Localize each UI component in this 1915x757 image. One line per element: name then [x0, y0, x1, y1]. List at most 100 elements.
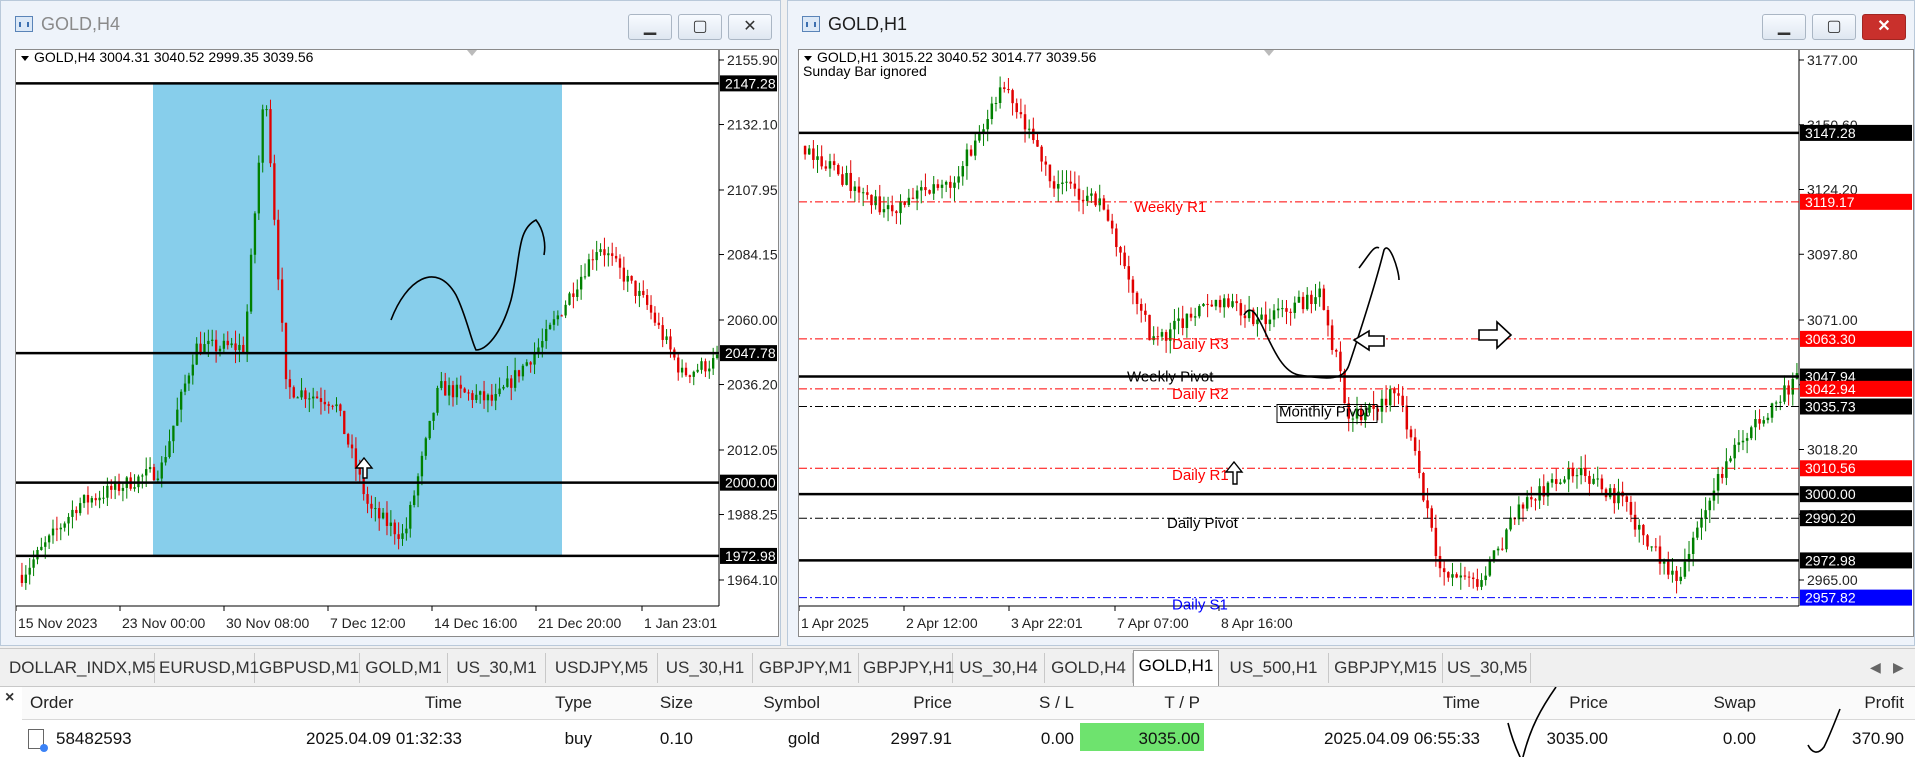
column-header-type[interactable]: Type [555, 687, 592, 719]
dropdown-triangle-icon[interactable] [804, 56, 812, 61]
chart-window-gold-h1[interactable]: GOLD,H1 ▁ ▢ ✕ 3177.00 3150.60 3124.20 3097.… [787, 0, 1915, 646]
maximize-button[interactable]: ▢ [1812, 14, 1856, 40]
column-header-tp[interactable]: T / P [1164, 687, 1200, 719]
tab-dollar-indx-m5[interactable]: DOLLAR_INDX,M5 [5, 653, 155, 683]
column-header-swap[interactable]: Swap [1713, 687, 1756, 719]
tab-eurusd-m1[interactable]: EURUSD,M1 [155, 653, 259, 683]
candle [1193, 307, 1197, 327]
column-header-symbol[interactable]: Symbol [763, 687, 820, 719]
candle [1741, 430, 1745, 451]
svg-text:3010.56: 3010.56 [1805, 460, 1856, 476]
minimize-button[interactable]: ▁ [628, 14, 672, 40]
candle [614, 246, 618, 263]
candle [1094, 191, 1097, 207]
candle [1671, 557, 1674, 583]
close-button[interactable]: ✕ [1862, 14, 1906, 40]
column-header-size[interactable]: Size [660, 687, 693, 719]
cell-price: 2997.91 [890, 729, 952, 748]
level-price-label: 3119.17 [1800, 193, 1912, 210]
candle [40, 537, 43, 551]
candle [824, 160, 828, 172]
chart-window-gold-h4[interactable]: GOLD,H4 ▁ ▢ ✕ 2155.90 2132.10 2107.95 2084.… [0, 0, 781, 646]
candle [1268, 308, 1272, 332]
candle [86, 486, 90, 515]
cell-size: 0.10 [659, 729, 693, 748]
tab-us-30-m5[interactable]: US_30,M5 [1443, 653, 1531, 683]
tab-gbpjpy-h1[interactable]: GBPJPY,H1 [859, 653, 954, 683]
chart-shift-marker-icon[interactable] [1264, 50, 1274, 56]
candle [1750, 425, 1753, 441]
candle [1181, 305, 1184, 336]
tab-us-500-h1[interactable]: US_500,H1 [1219, 653, 1329, 683]
candle [1210, 300, 1214, 308]
candle [1106, 204, 1110, 222]
candle [1534, 498, 1537, 511]
candle [1276, 298, 1280, 319]
column-header-sl[interactable]: S / L [1039, 687, 1074, 719]
candle [1198, 304, 1201, 319]
tab-us-30-h1[interactable]: US_30,H1 [658, 653, 753, 683]
candle [1654, 538, 1658, 552]
tab-scroll-left-icon[interactable]: ◀ [1870, 659, 1881, 676]
chart-shift-marker-icon[interactable] [467, 50, 477, 56]
candle [32, 550, 35, 577]
tab-gold-m1[interactable]: GOLD,M1 [360, 653, 448, 683]
tab-us-30-h4[interactable]: US_30,H4 [953, 653, 1045, 683]
column-header-close-time[interactable]: Time [1443, 687, 1480, 719]
candle [990, 96, 994, 125]
maximize-button[interactable]: ▢ [678, 14, 722, 40]
tab-us-30-m1[interactable]: US_30,M1 [448, 653, 546, 683]
candle [1027, 119, 1031, 139]
tab-gbpjpy-m1[interactable]: GBPJPY,M1 [753, 653, 859, 683]
candle [284, 322, 288, 390]
symbol-ohlc-label: GOLD,H4 3004.31 3040.52 2999.35 3039.56 [34, 50, 314, 65]
column-header-profit[interactable]: Profit [1864, 687, 1904, 719]
candle [1156, 326, 1160, 346]
tab-gold-h1[interactable]: GOLD,H1 [1133, 650, 1219, 686]
candle [1658, 535, 1662, 575]
column-header-order[interactable]: Order [30, 687, 73, 719]
minimize-button[interactable]: ▁ [1762, 14, 1806, 40]
dropdown-triangle-icon[interactable] [21, 56, 29, 61]
candle [607, 246, 610, 267]
candle [1011, 88, 1014, 116]
tab-scroll-right-icon[interactable]: ▶ [1893, 659, 1904, 676]
candle [890, 195, 894, 217]
candlestick-chart[interactable]: 3177.003150.603124.203097.803071.003044.… [799, 50, 1913, 636]
tab-usdjpy-m5[interactable]: USDJPY,M5 [546, 653, 658, 683]
window-titlebar[interactable]: GOLD,H4 ▁ ▢ ✕ [1, 1, 780, 47]
column-header-close-price[interactable]: Price [1569, 687, 1608, 719]
column-header-price[interactable]: Price [913, 687, 952, 719]
candle [1326, 305, 1330, 337]
column-header-time[interactable]: Time [425, 687, 462, 719]
candle [1505, 528, 1508, 553]
level-price-label: 3000.00 [1800, 486, 1912, 503]
close-button[interactable]: ✕ [728, 14, 772, 40]
candle [1131, 275, 1135, 305]
svg-text:2972.98: 2972.98 [1805, 552, 1856, 568]
close-panel-icon[interactable]: × [5, 689, 14, 707]
candle [1393, 386, 1396, 407]
candlestick-chart[interactable]: 2155.90 2132.10 2107.95 2084.15 2060.00 2036.… [16, 50, 778, 636]
tab-gbpjpy-m15[interactable]: GBPJPY,M15 [1329, 653, 1443, 683]
candle [125, 475, 128, 499]
window-titlebar[interactable]: GOLD,H1 ▁ ▢ ✕ [788, 1, 1914, 47]
candle [1260, 307, 1263, 321]
candle [1725, 448, 1728, 486]
price-chart-h1[interactable]: 3177.003150.603124.203097.803071.003044.… [798, 49, 1914, 637]
time-tick-label: 23 Nov 00:00 [122, 615, 205, 631]
tab-gbpusd-m1[interactable]: GBPUSD,M1 [255, 653, 360, 683]
candle [273, 154, 276, 226]
candle [595, 240, 598, 271]
candle [117, 473, 121, 496]
candle [1139, 298, 1143, 323]
candle [957, 166, 960, 190]
price-tick-label: 2012.05 [727, 442, 778, 458]
candle [1571, 462, 1575, 483]
candle [1442, 561, 1446, 586]
price-chart-h4[interactable]: 2155.90 2132.10 2107.95 2084.15 2060.00 2036.… [15, 49, 779, 637]
tab-gold-h4[interactable]: GOLD,H4 [1045, 653, 1133, 683]
candle [684, 362, 688, 377]
candle [1754, 410, 1757, 441]
candle [148, 457, 152, 473]
